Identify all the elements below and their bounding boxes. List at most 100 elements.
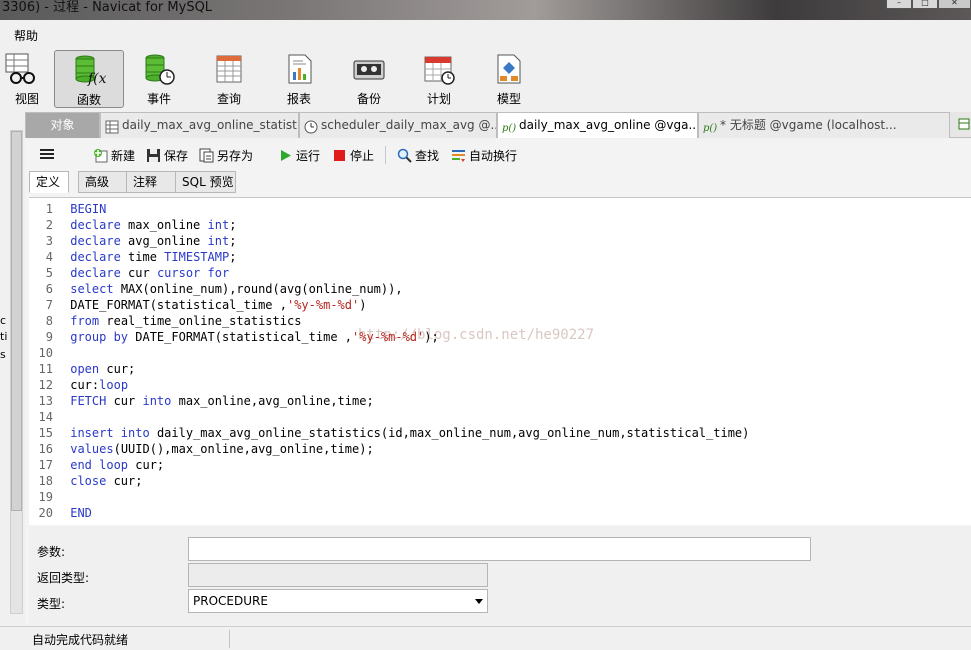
sql-text: DATE_FORMAT(statistical_time , (70, 298, 287, 312)
run-button[interactable]: 运行 (278, 147, 320, 164)
save-label: 保存 (164, 149, 189, 163)
navigation-scrollbar[interactable] (10, 130, 23, 614)
sql-text: real_time_online_statistics (99, 314, 302, 328)
sql-text: avg_online (120, 234, 208, 248)
ribbon-schedule-button[interactable]: 计划 (404, 50, 474, 108)
line-number: 6 (45, 282, 53, 296)
word-wrap-button[interactable]: 自动换行 (451, 147, 517, 164)
ribbon-report-label: 报表 (286, 92, 311, 106)
find-button[interactable]: 查找 (397, 147, 439, 164)
new-button[interactable]: 新建 (93, 147, 135, 164)
word-wrap-label: 自动换行 (469, 149, 518, 163)
close-button[interactable]: ✕ (938, 0, 971, 9)
code-line: 16 values(UUID(),max_online,avg_online,t… (29, 441, 374, 457)
type-select[interactable]: PROCEDURE (188, 589, 488, 613)
sql-text: (UUID(),max_online,avg_online,time); (113, 442, 374, 456)
menu-icon[interactable] (39, 146, 55, 162)
sql-keyword: close (70, 474, 107, 488)
code-line: 3 declare avg_online int; (29, 233, 237, 249)
stop-button[interactable]: 停止 (332, 147, 374, 164)
line-number: 19 (38, 490, 53, 504)
title-bar: 3306) - 过程 - Navicat for MySQL – □ ✕ (0, 0, 971, 20)
code-line: 12 cur:loop (29, 377, 129, 393)
svg-text:f(x): f(x) (87, 71, 106, 87)
save-as-button[interactable]: 另存为 (199, 147, 253, 164)
ribbon-schedule-label: 计划 (426, 92, 451, 106)
type-label: 类型: (37, 597, 66, 611)
table-icon (105, 118, 119, 133)
code-line: 17 end loop cur; (29, 457, 165, 473)
find-label: 查找 (415, 149, 440, 163)
sql-keyword: insert into (70, 426, 150, 440)
sql-text: ; (229, 234, 237, 248)
sql-text: daily_max_avg_online_statistics(id,max_o… (149, 426, 750, 440)
sql-keyword: END (70, 506, 92, 520)
sql-keyword: int (207, 234, 230, 248)
code-line: 19 (29, 489, 70, 505)
tab-table-daily-stats[interactable]: daily_max_avg_online_statist... (100, 112, 299, 138)
tab-procedure-active[interactable]: p() daily_max_avg_online @vga... (497, 112, 698, 138)
minimize-button[interactable]: – (886, 0, 912, 9)
sql-keyword: loop (99, 378, 129, 392)
tab-overflow-icon[interactable] (957, 117, 971, 131)
tab-advanced[interactable]: 高级 (78, 171, 127, 193)
sql-text: cur (120, 266, 157, 280)
tab-scheduler[interactable]: scheduler_daily_max_avg @... (299, 112, 497, 138)
save-button[interactable]: 保存 (146, 147, 188, 164)
line-number: 4 (45, 250, 53, 264)
line-number: 17 (38, 458, 53, 472)
procedure-icon: p() (703, 118, 717, 134)
tab-objects[interactable]: 对象 (25, 112, 100, 138)
ribbon-function-button[interactable]: f(x) 函数 (54, 50, 124, 108)
sql-keyword: select (70, 282, 114, 296)
menu-help[interactable]: 帮助 (14, 27, 38, 44)
tab-comment[interactable]: 注释 (126, 171, 176, 193)
ribbon-backup-button[interactable]: 备份 (334, 50, 404, 108)
code-line: 10 (29, 345, 70, 361)
ribbon-event-button[interactable]: 事件 (124, 50, 194, 108)
sql-string: '%y-%m-%d' (352, 330, 425, 344)
new-label: 新建 (111, 149, 136, 163)
scrollbar-thumb[interactable] (11, 131, 22, 511)
line-number: 1 (45, 202, 53, 216)
sql-text: ; (229, 250, 237, 264)
sql-keyword: FETCH (70, 394, 107, 408)
sql-text: MAX(online_num),round(avg(online_num)), (113, 282, 403, 296)
ribbon-model-button[interactable]: 模型 (474, 50, 544, 108)
svg-text:p(): p() (502, 123, 516, 134)
tab-definition[interactable]: 定义 (29, 171, 69, 193)
return-type-label: 返回类型: (37, 571, 90, 585)
chevron-down-icon (475, 599, 483, 604)
sql-keyword: from (70, 314, 100, 328)
maximize-button[interactable]: □ (912, 0, 938, 9)
tab-sql-preview[interactable]: SQL 预览 (175, 171, 236, 193)
sql-keyword: declare (70, 218, 121, 232)
code-editor[interactable]: http://blog.csdn.net/he90227 1 BEGIN 2 de… (29, 197, 971, 525)
line-number: 13 (38, 394, 53, 408)
sql-text: cur (106, 394, 143, 408)
ribbon-view-label: 视图 (14, 92, 39, 106)
ribbon-view-button[interactable]: 视图 (0, 50, 54, 108)
ribbon-backup-label: 备份 (356, 92, 381, 106)
save-icon (146, 148, 161, 163)
ribbon-report-button[interactable]: 报表 (264, 50, 334, 108)
type-select-value: PROCEDURE (193, 594, 268, 608)
tab-objects-label: 对象 (50, 118, 75, 132)
ribbon-query-button[interactable]: 查询 (194, 50, 264, 108)
line-number: 2 (45, 218, 53, 232)
tab-untitled[interactable]: p() * 无标题 @vgame (localhost... (698, 112, 950, 138)
nav-pane-text: s (0, 348, 6, 361)
tab-label: * 无标题 @vgame (localhost... (720, 118, 897, 132)
main-toolbar: 视图 f(x) 函数 事件 (0, 46, 971, 112)
window-title: 3306) - 过程 - Navicat for MySQL (2, 0, 213, 15)
sql-keyword: end loop (70, 458, 129, 472)
run-label: 运行 (296, 149, 321, 163)
sql-text: max_online,avg_online,time; (171, 394, 374, 408)
params-input[interactable] (188, 537, 811, 561)
model-icon (492, 52, 526, 86)
return-type-input (188, 563, 488, 587)
sql-keyword: group by (70, 330, 129, 344)
menu-bar: 帮助 (0, 20, 971, 46)
line-number: 8 (45, 314, 53, 328)
